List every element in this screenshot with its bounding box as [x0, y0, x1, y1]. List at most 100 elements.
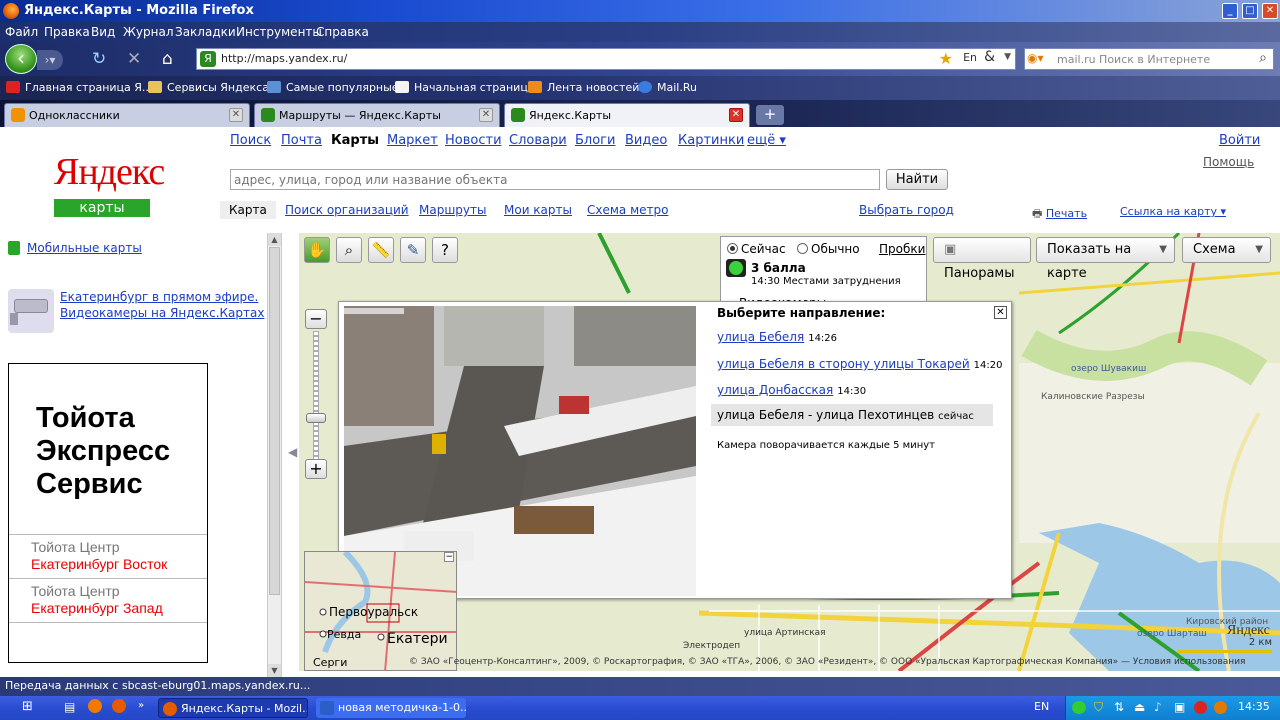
zoom-rect-tool[interactable]: ⌕ — [336, 237, 362, 263]
live-cameras-link-1[interactable]: Екатеринбург в прямом эфире. — [60, 290, 258, 304]
traffic-now-radio[interactable]: Сейчас — [727, 242, 786, 256]
quicklaunch-explorer-icon[interactable]: ▤ — [64, 700, 75, 714]
tab-yandex-maps[interactable]: Яндекс.Карты ✕ — [504, 103, 750, 127]
print-link[interactable]: 🖶 Печать — [1032, 205, 1087, 224]
tray-shield-icon[interactable]: ⛉ — [1094, 700, 1103, 715]
scroll-down-icon[interactable]: ▼ — [268, 664, 281, 677]
address-bar[interactable]: Я http://maps.yandex.ru/ ★ En & ▼ — [196, 48, 1016, 70]
tab-close-icon[interactable]: ✕ — [479, 108, 493, 122]
zoom-slider[interactable] — [313, 331, 319, 465]
quicklaunch-firefox-icon[interactable] — [112, 699, 126, 713]
menu-help[interactable]: Справка — [316, 25, 369, 39]
forward-button[interactable]: ›▾ — [37, 50, 63, 70]
tray-printer-icon[interactable]: ▣ — [1174, 700, 1185, 714]
web-search-box[interactable]: ◉▾ mail.ru Поиск в Интернете ⌕ — [1024, 48, 1274, 70]
map-view[interactable]: озеро Шувакиш Калиновские Разрезы озеро … — [299, 233, 1280, 671]
tray-network-icon[interactable]: ⇅ — [1114, 700, 1124, 714]
tray-opera-icon[interactable] — [1194, 701, 1207, 714]
menu-history[interactable]: Журнал — [123, 25, 174, 39]
service-mail[interactable]: Почта — [281, 133, 322, 148]
search-icon[interactable]: ⌕ — [1259, 50, 1267, 66]
direction-option[interactable]: улица Бебеля 14:26 — [717, 330, 837, 344]
whats-here-tool[interactable]: ? — [432, 237, 458, 263]
stop-icon[interactable]: ✕ — [127, 50, 141, 68]
ruler-tool[interactable]: 📏 — [368, 237, 394, 263]
sidebar-scrollbar[interactable]: ▲ ▼ — [267, 233, 281, 677]
back-button[interactable]: ‹ — [5, 44, 37, 74]
service-dictionaries[interactable]: Словари — [509, 133, 567, 148]
map-search-field[interactable] — [230, 169, 880, 190]
close-button[interactable]: ✕ — [1262, 3, 1278, 19]
mobile-maps-link[interactable]: Мобильные карты — [27, 241, 142, 255]
direction-option[interactable]: улица Бебеля в сторону улицы Токарей 14:2… — [717, 357, 1002, 371]
start-windows-icon[interactable]: ⊞ — [22, 699, 33, 714]
choose-city-link[interactable]: Выбрать город — [859, 203, 954, 217]
service-search[interactable]: Поиск — [230, 133, 271, 148]
new-tab-button[interactable]: + — [756, 105, 784, 125]
bookmark-most-popular[interactable]: Самые популярные — [267, 81, 399, 94]
bookmark-star-icon[interactable]: ★ — [939, 49, 953, 68]
task-firefox[interactable]: Яндекс.Карты - Mozil... — [158, 698, 308, 718]
reload-icon[interactable]: ↻ — [92, 50, 106, 68]
show-on-map-dropdown[interactable]: Показать на карте ▼ — [1036, 237, 1175, 281]
tray-firefox-icon[interactable] — [1214, 701, 1227, 714]
popup-close-icon[interactable]: ✕ — [994, 306, 1007, 319]
overview-minimap[interactable]: Первоуральск Ревда Екатери Серги − — [304, 551, 457, 671]
map-type-dropdown[interactable]: Схема ▼ — [1182, 237, 1271, 263]
yandex-logo[interactable]: Яндекс — [54, 153, 165, 191]
ad-row-west[interactable]: Тойота Центр Екатеринбург Запад — [9, 578, 207, 622]
ad-row-east[interactable]: Тойота Центр Екатеринбург Восток — [9, 534, 207, 578]
search-engine-icon[interactable]: ◉▾ — [1027, 51, 1051, 67]
collapse-sidebar-icon[interactable]: ◀ — [288, 445, 297, 459]
subtab-my-maps[interactable]: Мои карты — [504, 203, 572, 217]
menu-file[interactable]: Файл — [5, 25, 38, 39]
service-more[interactable]: ещё ▾ — [747, 133, 786, 148]
service-images[interactable]: Картинки — [678, 133, 744, 148]
panoramas-button[interactable]: ▣ Панорамы — [933, 237, 1031, 281]
service-video[interactable]: Видео — [625, 133, 667, 148]
minimap-collapse-icon[interactable]: − — [444, 552, 454, 562]
menu-tools[interactable]: Инструменты — [236, 25, 322, 39]
find-button[interactable]: Найти — [886, 169, 948, 190]
bookmark-mailru[interactable]: Mail.Ru — [638, 81, 697, 94]
placemark-tool[interactable]: ✎ — [400, 237, 426, 263]
login-link[interactable]: Войти — [1219, 133, 1260, 148]
menu-edit[interactable]: Правка — [44, 25, 90, 39]
help-link[interactable]: Помощь — [1203, 155, 1254, 169]
subtab-routes[interactable]: Маршруты — [419, 203, 487, 217]
clock[interactable]: 14:35 — [1238, 700, 1270, 713]
bookmark-yandex-home[interactable]: Главная страница Я... — [6, 81, 152, 94]
subtab-org-search[interactable]: Поиск организаций — [285, 203, 409, 217]
subtab-metro[interactable]: Схема метро — [587, 203, 668, 217]
service-market[interactable]: Маркет — [387, 133, 438, 148]
direction-option[interactable]: улица Донбасская 14:30 — [717, 383, 866, 397]
subtab-map[interactable]: Карта — [220, 201, 276, 219]
zoom-out-button[interactable]: − — [305, 309, 327, 329]
menu-view[interactable]: Вид — [91, 25, 115, 39]
tab-odnoklassniki[interactable]: Одноклассники ✕ — [4, 103, 250, 127]
tray-app-icon[interactable] — [1072, 701, 1086, 714]
tab-routes[interactable]: Маршруты — Яндекс.Карты ✕ — [254, 103, 500, 127]
url-dropdown-icon[interactable]: ▼ — [1004, 52, 1011, 62]
zoom-slider-thumb[interactable] — [306, 413, 326, 423]
ampersand-icon[interactable]: & — [984, 49, 995, 65]
traffic-jams-link[interactable]: Пробки — [879, 242, 925, 256]
live-cameras-link-2[interactable]: Видеокамеры на Яндекс.Картах — [60, 306, 264, 320]
traffic-usual-radio[interactable]: Обычно — [797, 242, 860, 256]
tray-usb-icon[interactable]: ⏏ — [1134, 700, 1145, 714]
quicklaunch-opera-icon[interactable] — [88, 699, 102, 713]
scroll-up-icon[interactable]: ▲ — [268, 233, 281, 246]
tray-volume-icon[interactable]: ♪ — [1154, 700, 1162, 714]
menu-bookmarks[interactable]: Закладки — [175, 25, 236, 39]
scroll-thumb[interactable] — [269, 247, 280, 595]
service-blogs[interactable]: Блоги — [575, 133, 615, 148]
tab-close-icon[interactable]: ✕ — [229, 108, 243, 122]
map-search-input[interactable] — [231, 170, 879, 189]
task-document[interactable]: новая методичка-1-0... — [316, 698, 466, 718]
zoom-in-button[interactable]: + — [305, 459, 327, 479]
maximize-button[interactable]: □ — [1242, 3, 1258, 19]
bookmark-yandex-services[interactable]: Сервисы Яндекса — [148, 81, 269, 94]
direction-option-selected[interactable]: улица Бебеля - улица Пехотинцев сейчас — [711, 404, 993, 426]
language-indicator[interactable]: EN — [1034, 700, 1049, 713]
service-news[interactable]: Новости — [445, 133, 502, 148]
